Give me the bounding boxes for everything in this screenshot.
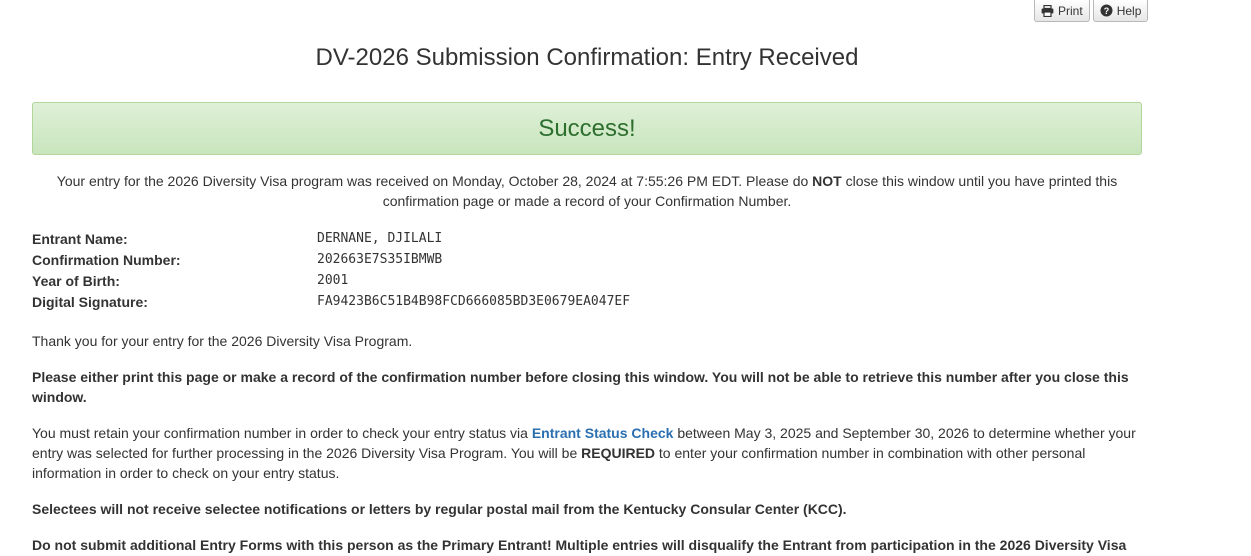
detail-value: 2001 [317,273,349,288]
confirmation-page: Print ? Help DV-2026 Submission Confirma… [0,0,1251,556]
help-button[interactable]: ? Help [1092,0,1149,22]
no-additional-entries-paragraph: Do not submit additional Entry Forms wit… [32,537,1127,553]
detail-value: DERNANE, DJILALI [317,231,443,246]
success-alert: Success! [32,102,1142,155]
detail-label: Year of Birth: [32,272,120,289]
detail-row-confirmation-number: Confirmation Number: 202663E7S35IBMWB [32,249,630,270]
retain-emphasis: REQUIRED [581,445,656,461]
detail-label: Entrant Name: [32,230,128,247]
thanks-paragraph: Thank you for your entry for the 2026 Di… [32,333,413,349]
intro-emphasis: NOT [812,173,842,189]
success-alert-text: Success! [538,114,636,142]
detail-value: FA9423B6C51B4B98FCD666085BD3E0679EA047EF [317,294,631,309]
detail-label: Confirmation Number: [32,251,181,268]
detail-value: 202663E7S35IBMWB [317,252,443,267]
print-button[interactable]: Print [1034,0,1090,22]
retain-part1: You must retain your confirmation number… [32,425,532,441]
intro-text: Your entry for the 2026 Diversity Visa p… [32,171,1142,211]
intro-part1: Your entry for the 2026 Diversity Visa p… [56,173,813,189]
detail-row-year-of-birth: Year of Birth: 2001 [32,270,630,291]
print-notice-paragraph: Please either print this page or make a … [32,369,1129,405]
detail-label: Digital Signature: [32,293,148,310]
help-label: Help [1116,3,1142,18]
detail-row-entrant-name: Entrant Name: DERNANE, DJILALI [32,228,630,249]
page-title: DV-2026 Submission Confirmation: Entry R… [315,44,859,71]
toolbar: Print ? Help [1034,0,1149,22]
question-circle-icon: ? [1100,4,1113,17]
entrant-status-check-link[interactable]: Entrant Status Check [532,425,674,441]
detail-row-digital-signature: Digital Signature: FA9423B6C51B4B98FCD66… [32,291,630,312]
svg-text:?: ? [1103,6,1109,16]
printer-icon [1041,4,1054,17]
entrant-details: Entrant Name: DERNANE, DJILALI Confirmat… [32,228,630,312]
print-label: Print [1058,3,1083,18]
selectees-paragraph: Selectees will not receive selectee noti… [32,501,847,517]
retain-paragraph: You must retain your confirmation number… [32,423,1142,483]
